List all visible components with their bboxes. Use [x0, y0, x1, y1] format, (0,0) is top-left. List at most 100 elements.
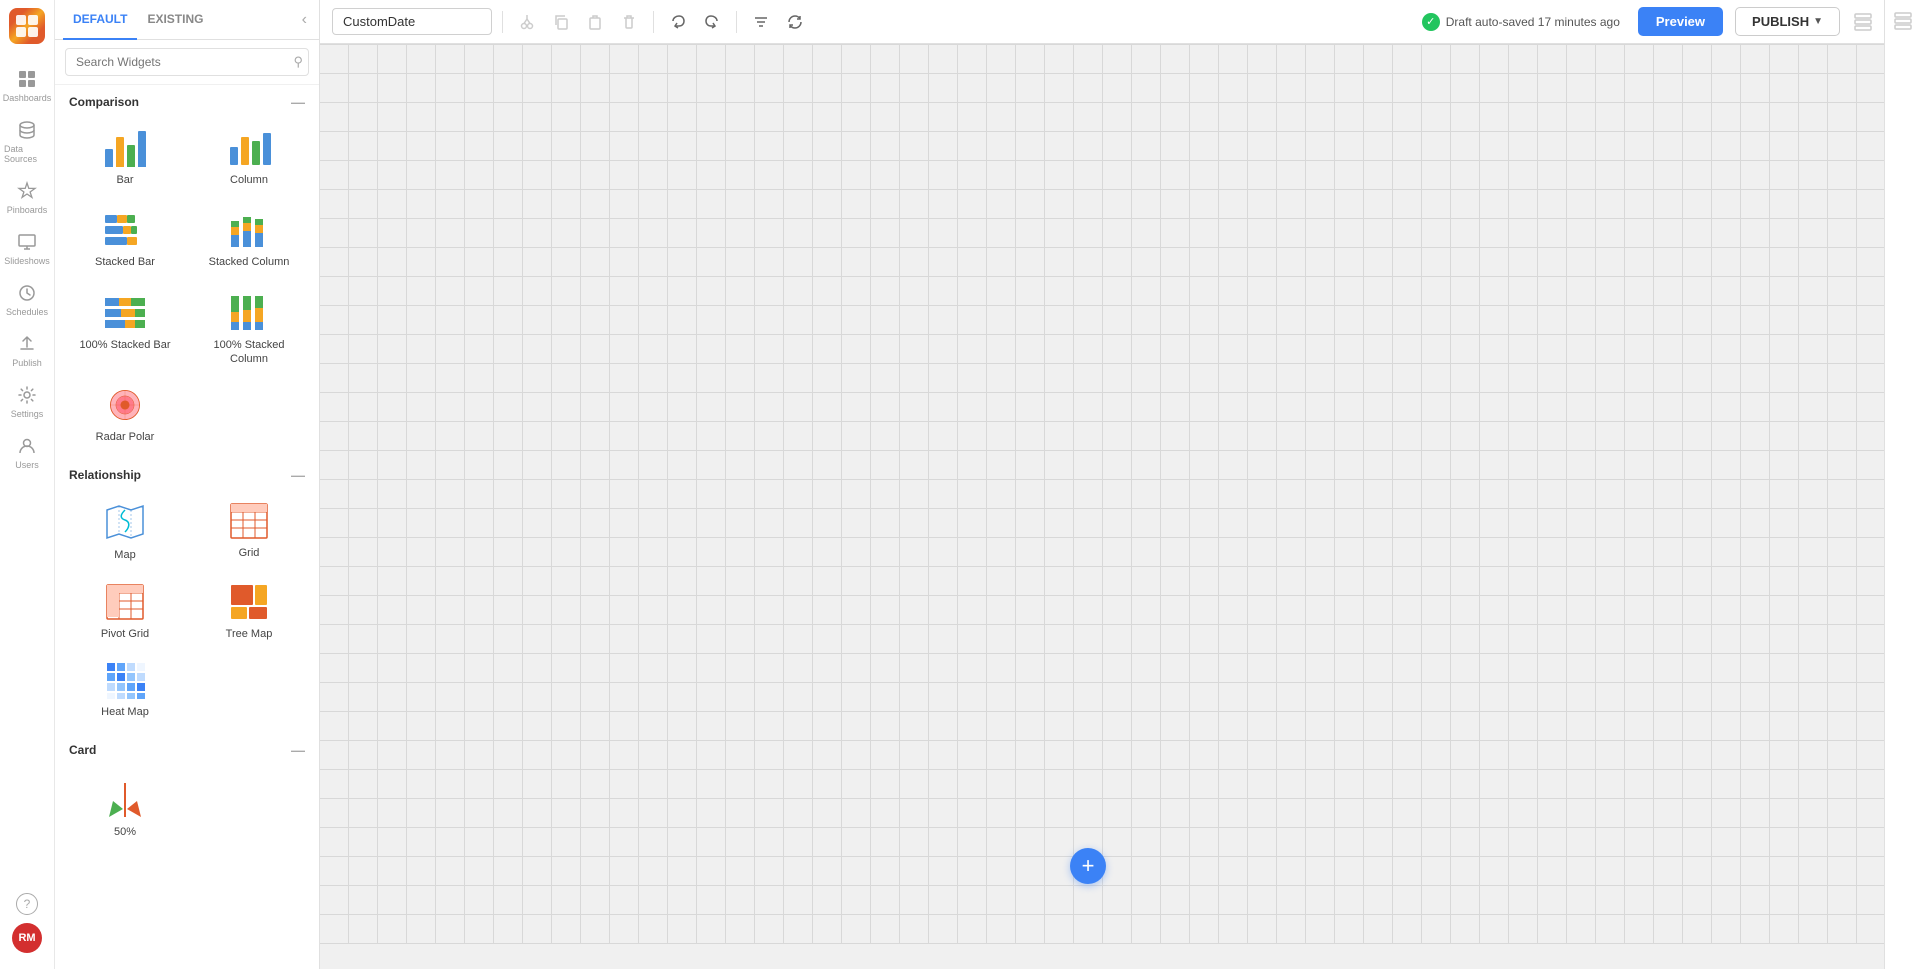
- publish-dropdown-icon[interactable]: ▼: [1813, 16, 1823, 27]
- sidebar-item-dashboards[interactable]: Dashboards: [0, 60, 54, 111]
- app-logo: [9, 8, 45, 44]
- radar-polar-label: Radar Polar: [96, 430, 155, 444]
- preview-button[interactable]: Preview: [1638, 7, 1723, 36]
- publish-label: Publish: [12, 358, 42, 368]
- toolbar-sep-2: [653, 11, 654, 33]
- widgets-body: Comparison — Bar: [55, 85, 319, 969]
- data-sources-icon: [16, 119, 38, 141]
- widget-grid[interactable]: Grid: [187, 492, 311, 572]
- search-button[interactable]: ⚲: [293, 54, 303, 70]
- pinboards-label: Pinboards: [7, 205, 48, 215]
- toolbar-sep-1: [502, 11, 503, 33]
- widgets-panel: DEFAULT EXISTING ‹ ⚲ Comparison — Bar: [55, 0, 320, 969]
- users-label: Users: [15, 460, 39, 470]
- sidebar-item-settings[interactable]: Settings: [0, 376, 54, 427]
- relationship-label: Relationship: [69, 468, 141, 482]
- data-sources-label: Data Sources: [4, 144, 50, 164]
- help-button[interactable]: ?: [16, 893, 38, 915]
- widget-column[interactable]: Column: [187, 119, 311, 197]
- canvas-area[interactable]: +: [320, 44, 1884, 969]
- autosave-check-icon: ✓: [1422, 13, 1440, 31]
- user-avatar[interactable]: RM: [12, 923, 42, 953]
- stacked-bar-label: Stacked Bar: [95, 255, 155, 269]
- heat-map-label: Heat Map: [101, 705, 149, 719]
- filter-button[interactable]: [747, 9, 775, 35]
- refresh-button[interactable]: [781, 9, 809, 35]
- widget-map[interactable]: Map: [63, 492, 187, 572]
- card-label-1: 50%: [114, 825, 136, 839]
- card-collapse-button[interactable]: —: [291, 743, 305, 757]
- grid-label: Grid: [239, 546, 260, 560]
- sidebar-item-users[interactable]: Users: [0, 427, 54, 478]
- stacked-column-label: Stacked Column: [209, 255, 290, 269]
- autosave-text: Draft auto-saved 17 minutes ago: [1446, 15, 1620, 29]
- card-icon-1: [101, 777, 149, 819]
- 100pct-stacked-column-icon: [225, 290, 273, 332]
- tab-existing[interactable]: EXISTING: [137, 0, 213, 40]
- tab-default[interactable]: DEFAULT: [63, 0, 137, 40]
- settings-icon: [16, 384, 38, 406]
- widget-radar-polar[interactable]: Radar Polar: [63, 376, 187, 454]
- slideshows-label: Slideshows: [4, 256, 50, 266]
- search-input[interactable]: [65, 48, 309, 76]
- relationship-collapse-button[interactable]: —: [291, 468, 305, 482]
- comparison-collapse-button[interactable]: —: [291, 95, 305, 109]
- sidebar-item-pinboards[interactable]: Pinboards: [0, 172, 54, 223]
- card-section-header: Card —: [55, 733, 319, 763]
- column-chart-icon: [225, 129, 273, 167]
- delete-button[interactable]: [615, 9, 643, 35]
- radar-polar-icon: [105, 386, 145, 424]
- widget-stacked-bar[interactable]: Stacked Bar: [63, 197, 187, 279]
- sidebar-item-schedules[interactable]: Schedules: [0, 274, 54, 325]
- card-label: Card: [69, 743, 96, 757]
- widget-card-placeholder-1[interactable]: 50%: [63, 767, 187, 849]
- bar-chart-icon: [101, 129, 149, 167]
- widget-bar[interactable]: Bar: [63, 119, 187, 197]
- relationship-widget-grid: Map Grid: [55, 488, 319, 733]
- redo-button[interactable]: [698, 9, 726, 35]
- autosave-badge: ✓ Draft auto-saved 17 minutes ago: [1422, 13, 1620, 31]
- add-widget-button[interactable]: +: [1070, 848, 1106, 884]
- widget-100pct-stacked-bar[interactable]: 100% Stacked Bar: [63, 280, 187, 377]
- map-icon: [103, 502, 147, 542]
- paste-button[interactable]: [581, 9, 609, 35]
- grid-icon: [229, 502, 269, 540]
- dashboards-icon: [16, 68, 38, 90]
- widget-tree-map[interactable]: Tree Map: [187, 573, 311, 651]
- schedules-icon: [16, 282, 38, 304]
- top-settings-icon[interactable]: [1854, 13, 1872, 31]
- stacked-bar-icon: [101, 207, 149, 249]
- panel-close-button[interactable]: ‹: [298, 7, 311, 33]
- heat-map-icon: [105, 661, 145, 699]
- 100pct-stacked-bar-icon: [101, 290, 149, 332]
- widget-100pct-stacked-column[interactable]: 100% Stacked Column: [187, 280, 311, 377]
- widget-stacked-column[interactable]: Stacked Column: [187, 197, 311, 279]
- cut-button[interactable]: [513, 9, 541, 35]
- widget-pivot-grid[interactable]: Pivot Grid: [63, 573, 187, 651]
- copy-button[interactable]: [547, 9, 575, 35]
- sidebar-item-slideshows[interactable]: Slideshows: [0, 223, 54, 274]
- stacked-column-icon: [225, 207, 273, 249]
- nav-sidebar: Dashboards Data Sources Pinboards Slides…: [0, 0, 55, 969]
- column-label: Column: [230, 173, 268, 187]
- tree-map-icon: [229, 583, 269, 621]
- title-input[interactable]: [332, 8, 492, 35]
- canvas-grid: +: [320, 44, 1884, 944]
- widgets-tabs: DEFAULT EXISTING ‹: [55, 0, 319, 40]
- 100pct-stacked-bar-label: 100% Stacked Bar: [79, 338, 170, 352]
- right-panel: [1884, 0, 1920, 969]
- comparison-section-header: Comparison —: [55, 85, 319, 115]
- sidebar-item-publish[interactable]: Publish: [0, 325, 54, 376]
- main-area: ✓ Draft auto-saved 17 minutes ago Previe…: [320, 0, 1884, 969]
- sidebar-item-data-sources[interactable]: Data Sources: [0, 111, 54, 172]
- dashboards-label: Dashboards: [3, 93, 52, 103]
- tree-map-label: Tree Map: [226, 627, 273, 641]
- widget-heat-map[interactable]: Heat Map: [63, 651, 187, 729]
- undo-button[interactable]: [664, 9, 692, 35]
- right-panel-settings-button[interactable]: [1890, 8, 1916, 34]
- dashboard-title-field[interactable]: [332, 8, 492, 35]
- publish-button[interactable]: PUBLISH ▼: [1735, 7, 1840, 36]
- pinboards-icon: [16, 180, 38, 202]
- publish-icon: [16, 333, 38, 355]
- settings-label: Settings: [11, 409, 44, 419]
